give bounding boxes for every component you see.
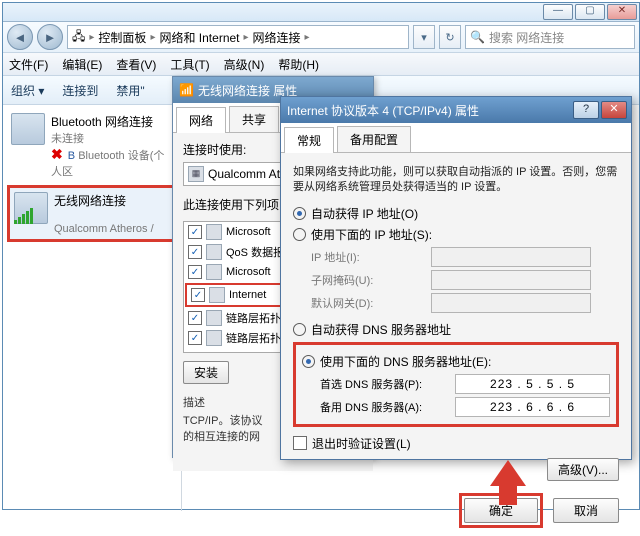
titlebar: — ▢ ✕ — [3, 3, 639, 22]
gateway-input — [431, 293, 591, 313]
radio-auto-dns[interactable]: 自动获得 DNS 服务器地址 — [293, 321, 619, 338]
breadcrumb-icon: 🖧 — [72, 27, 85, 48]
search-icon: 🔍 — [470, 30, 485, 44]
device-detail: Qualcomm Atheros / — [54, 223, 154, 235]
subnet-mask-input — [431, 270, 591, 290]
gateway-label: 默认网关(D): — [311, 295, 431, 311]
ip-address-input — [431, 247, 591, 267]
device-item-bluetooth[interactable]: Bluetooth 网络连接 未连接 ✖ B Bluetooth 设备(个人区 — [3, 109, 181, 183]
radio-icon — [293, 323, 306, 336]
install-button[interactable]: 安装 — [183, 361, 229, 384]
validate-checkbox[interactable]: 退出时验证设置(L) — [293, 435, 619, 452]
preferred-dns-label: 首选 DNS 服务器(P): — [320, 376, 455, 392]
client-icon — [206, 264, 222, 280]
menu-help[interactable]: 帮助(H) — [278, 56, 319, 73]
checkbox-icon[interactable]: ✓ — [188, 331, 202, 345]
device-list: Bluetooth 网络连接 未连接 ✖ B Bluetooth 设备(个人区 … — [3, 105, 182, 511]
radio-icon — [302, 355, 315, 368]
checkbox-icon — [293, 436, 307, 450]
help-button[interactable]: ? — [573, 101, 599, 119]
checkbox-icon[interactable]: ✓ — [191, 288, 205, 302]
tab-general[interactable]: 常规 — [284, 127, 334, 153]
radio-auto-ip[interactable]: 自动获得 IP 地址(O) — [293, 205, 619, 222]
info-text: 如果网络支持此功能，则可以获取自动指派的 IP 设置。否则，您需要从网络系统管理… — [293, 165, 619, 195]
checkbox-icon[interactable]: ✓ — [188, 245, 202, 259]
toolbar-disable[interactable]: 禁用" — [116, 82, 144, 99]
nic-icon: ▦ — [188, 166, 204, 182]
lltd-icon — [206, 330, 222, 346]
toolbar-connect[interactable]: 连接到 — [62, 82, 98, 99]
radio-manual-ip[interactable]: 使用下面的 IP 地址(S): — [293, 226, 619, 243]
menu-file[interactable]: 文件(F) — [9, 56, 48, 73]
dialog-body: 如果网络支持此功能，则可以获取自动指派的 IP 设置。否则，您需要从网络系统管理… — [281, 153, 631, 536]
dialog-title: Internet 协议版本 4 (TCP/IPv4) 属性 ? ✕ — [281, 97, 631, 123]
ipv4-properties-dialog: Internet 协议版本 4 (TCP/IPv4) 属性 ? ✕ 常规 备用配… — [280, 96, 632, 460]
breadcrumb-part[interactable]: 网络和 Internet — [159, 29, 239, 46]
preferred-dns-input[interactable]: 223 . 5 . 5 . 5 — [455, 374, 610, 394]
tab-network[interactable]: 网络 — [176, 107, 226, 133]
refresh-button[interactable]: ↻ — [439, 25, 461, 49]
checkbox-icon[interactable]: ✓ — [188, 265, 202, 279]
cancel-button[interactable]: 取消 — [553, 498, 619, 523]
search-placeholder: 搜索 网络连接 — [489, 29, 564, 46]
menu-advanced[interactable]: 高级(N) — [224, 56, 265, 73]
device-icon — [11, 113, 45, 145]
menu-tools[interactable]: 工具(T) — [170, 56, 209, 73]
annotation-arrow-icon — [490, 460, 526, 486]
device-status: 未连接 — [51, 130, 175, 146]
adapter-name: Qualcomm At — [208, 167, 280, 181]
breadcrumb[interactable]: 🖧▸ 控制面板▸ 网络和 Internet▸ 网络连接▸ — [67, 25, 409, 49]
minimize-button[interactable]: — — [543, 4, 573, 20]
protocol-icon — [209, 287, 225, 303]
tabs: 常规 备用配置 — [281, 123, 631, 153]
signal-icon — [14, 208, 33, 224]
back-button[interactable]: ◄ — [7, 24, 33, 50]
breadcrumb-part[interactable]: 网络连接 — [253, 29, 301, 46]
device-item-wireless[interactable]: 无线网络连接 Qualcomm Atheros / — [7, 185, 177, 242]
qos-icon — [206, 244, 222, 260]
advanced-button[interactable]: 高级(V)... — [547, 458, 619, 481]
adapter-icon: 📶 — [179, 83, 194, 97]
alternate-dns-input[interactable]: 223 . 6 . 6 . 6 — [455, 397, 610, 417]
dns-highlight-box: 使用下面的 DNS 服务器地址(E): 首选 DNS 服务器(P):223 . … — [293, 342, 619, 427]
forward-button[interactable]: ► — [37, 24, 63, 50]
device-name: 无线网络连接 — [54, 192, 154, 209]
device-name: Bluetooth 网络连接 — [51, 113, 175, 130]
dropdown-button[interactable]: ▾ — [413, 25, 435, 49]
tab-alternate[interactable]: 备用配置 — [337, 126, 411, 152]
radio-icon — [293, 207, 306, 220]
close-button[interactable]: ✕ — [601, 101, 627, 119]
nav-row: ◄ ► 🖧▸ 控制面板▸ 网络和 Internet▸ 网络连接▸ ▾ ↻ 🔍 搜… — [3, 22, 639, 53]
close-button[interactable]: ✕ — [607, 4, 637, 20]
client-icon — [206, 224, 222, 240]
alternate-dns-label: 备用 DNS 服务器(A): — [320, 399, 455, 415]
menu-view[interactable]: 查看(V) — [116, 56, 156, 73]
checkbox-icon[interactable]: ✓ — [188, 311, 202, 325]
tab-sharing[interactable]: 共享 — [229, 106, 279, 132]
toolbar-organize[interactable]: 组织 ▾ — [11, 82, 44, 99]
checkbox-icon[interactable]: ✓ — [188, 225, 202, 239]
breadcrumb-part[interactable]: 控制面板 — [98, 29, 146, 46]
menubar: 文件(F) 编辑(E) 查看(V) 工具(T) 高级(N) 帮助(H) — [3, 53, 639, 76]
radio-icon — [293, 228, 306, 241]
maximize-button[interactable]: ▢ — [575, 4, 605, 20]
search-input[interactable]: 🔍 搜索 网络连接 — [465, 25, 635, 49]
menu-edit[interactable]: 编辑(E) — [62, 56, 102, 73]
lltd-icon — [206, 310, 222, 326]
subnet-mask-label: 子网掩码(U): — [311, 272, 431, 288]
radio-manual-dns[interactable]: 使用下面的 DNS 服务器地址(E): — [302, 353, 610, 370]
ip-address-label: IP 地址(I): — [311, 249, 431, 265]
disabled-icon: ✖ — [51, 146, 63, 162]
device-icon — [14, 192, 48, 224]
